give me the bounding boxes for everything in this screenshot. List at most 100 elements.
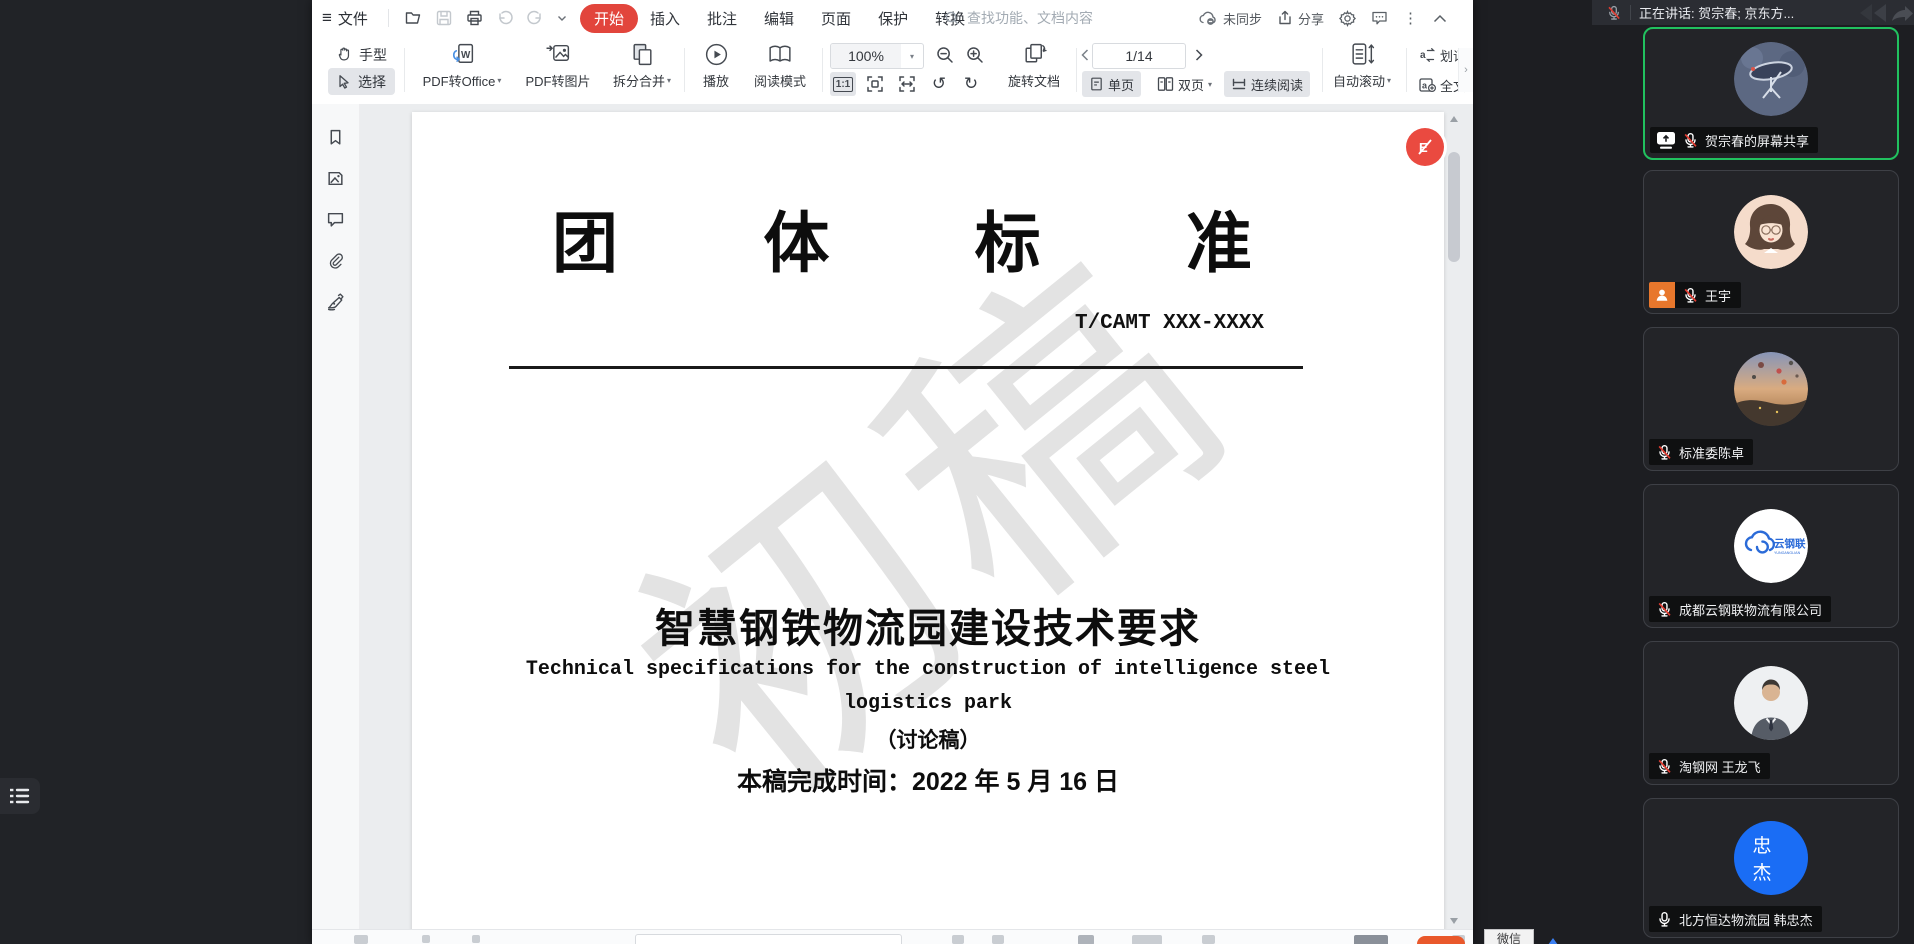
mic-muted-icon [1656,601,1673,618]
avatar-initials: 忠杰 [1753,831,1790,885]
tab-insert[interactable]: 插入 [650,8,680,29]
chat-bubble-icon[interactable] [1371,10,1388,26]
dropdown-caret: ▾ [497,76,501,85]
rotate-left-button[interactable]: ↺ [926,72,952,96]
dropdown-caret: ▾ [1387,76,1391,85]
scroll-down-arrow[interactable] [1450,918,1458,924]
participant-name-bar: 成都云钢联物流有限公司 [1649,596,1831,622]
telescope-avatar-image [1734,42,1808,116]
toc-float-button[interactable] [0,778,40,814]
attachment-icon[interactable] [326,251,345,270]
pdf-to-image-button[interactable]: PDF转图片 [514,41,602,90]
image-panel-icon[interactable] [326,169,345,188]
avatar [1734,195,1808,269]
actual-size-button[interactable]: 1:1 [830,72,856,96]
select-tool-label: 选择 [358,72,386,92]
window-controls-collapsed-icon[interactable] [1852,2,1914,24]
zoom-out-button[interactable] [932,43,958,67]
undo-icon[interactable] [496,9,514,27]
wps-pdf-window: ≡ 文件 开始 插入 批注 编辑 页面 保护 转换 [312,0,1473,944]
participant-tile[interactable]: 淘钢网 王龙飞 [1643,641,1899,785]
mic-muted-icon [1656,758,1673,775]
split-merge-button[interactable]: 拆分合并▾ [604,41,680,90]
scroll-up-arrow[interactable] [1450,116,1458,122]
participant-tile[interactable]: 忠杰 北方恒达物流园 韩忠杰 [1643,798,1899,938]
status-bar-fragment [472,935,480,943]
scrollbar-thumb[interactable] [1448,152,1460,262]
avatar [1734,352,1808,426]
participant-tile[interactable]: 王宇 [1643,170,1899,314]
search-icon [944,10,960,26]
comment-panel-icon[interactable] [326,210,345,229]
tab-comment[interactable]: 批注 [707,8,737,29]
participant-tile[interactable]: 贺宗春的屏幕共享 [1643,27,1899,160]
chevron-down-icon[interactable] [556,12,568,24]
cloud-unsynced-icon [1198,10,1218,26]
zoom-out-icon [935,45,955,65]
document-main-title: 智慧钢铁物流园建设技术要求 [412,596,1444,654]
screen: ≡ 文件 开始 插入 批注 编辑 页面 保护 转换 [0,0,1914,944]
page-indicator-input[interactable]: 1/14 [1092,43,1186,69]
continuous-read-button[interactable]: 连续阅读 [1224,71,1310,97]
pdf-to-office-label: PDF转Office [423,71,496,90]
play-label: 播放 [703,71,729,90]
single-page-button[interactable]: 单页 [1082,71,1141,97]
pdf-page: 初稿 团体标准 T/CAMT XXX-XXXX 智慧钢铁物流园建设技术要求 Te… [412,112,1444,930]
open-file-icon[interactable] [404,9,423,27]
share-button[interactable]: 分享 [1277,9,1324,28]
play-button[interactable]: 播放 [692,41,740,90]
tab-edit[interactable]: 编辑 [764,8,794,29]
home-tab-pill: 开始 [580,4,638,33]
tab-page[interactable]: 页面 [821,8,851,29]
fit-width-button[interactable] [894,72,920,96]
file-menu[interactable]: ≡ 文件 [322,0,368,36]
sync-status[interactable]: 未同步 [1198,9,1262,28]
taskbar-app-fragment [1417,936,1465,944]
rotate-document-button[interactable]: 旋转文档 [998,41,1070,90]
more-menu-icon[interactable]: ⋮ [1403,9,1418,27]
signature-pen-icon[interactable] [326,292,345,311]
participant-name: 成都云钢联物流有限公司 [1679,600,1822,619]
settings-gear-icon[interactable] [1339,10,1356,27]
fit-width-icon [897,74,917,94]
bookmark-icon[interactable] [326,128,345,147]
select-tool-button[interactable]: 选择 [328,68,395,95]
save-icon[interactable] [435,9,453,27]
file-menu-label: 文件 [338,8,368,29]
zoom-level-select[interactable]: 100% ▾ [830,43,924,69]
prev-page-button[interactable] [1078,43,1092,67]
wps-assistant-badge[interactable]: E [1406,128,1444,166]
participant-tile[interactable]: 云钢联 YUNGANGLIAN 成都云钢联物流有限公司 [1643,484,1899,628]
rotate-ccw-icon: ↺ [932,74,946,94]
cursor-artifact [1548,938,1558,944]
zoom-in-button[interactable] [962,43,988,67]
participant-tile[interactable]: 标准委陈卓 [1643,327,1899,471]
ribbon-expand-handle[interactable]: › [1458,48,1473,92]
pdf-to-image-label: PDF转图片 [525,71,590,90]
redo-icon[interactable] [526,9,544,27]
vertical-scrollbar[interactable] [1447,108,1461,930]
screen-share-icon [1657,132,1675,149]
next-page-button[interactable] [1192,43,1206,67]
fit-page-button[interactable] [862,72,888,96]
svg-text:a: a [1422,81,1428,91]
double-page-button[interactable]: 双页 ▾ [1150,71,1219,97]
rotate-right-button[interactable]: ↻ [958,72,984,96]
auto-scroll-button[interactable]: 自动滚动▾ [1324,41,1400,90]
standard-code: T/CAMT XXX-XXXX [1075,312,1264,335]
print-icon[interactable] [465,9,484,27]
collapse-ribbon-icon[interactable] [1433,14,1447,23]
businessman-avatar-image [1734,666,1808,740]
read-mode-button[interactable]: 阅读模式 [744,41,816,90]
search-box[interactable]: 查找功能、文档内容 [944,0,1093,36]
pdf-to-office-button[interactable]: W PDF转Office▾ [414,41,510,90]
document-viewport[interactable]: 初稿 团体标准 T/CAMT XXX-XXXX 智慧钢铁物流园建设技术要求 Te… [360,104,1473,930]
participant-name-bar: 标准委陈卓 [1649,439,1753,465]
tab-protect[interactable]: 保护 [878,8,908,29]
participant-name-bar: 王宇 [1649,282,1741,308]
tab-home[interactable]: 开始 [580,0,638,36]
continuous-read-label: 连续阅读 [1251,75,1303,94]
tabbar-divider [388,0,389,36]
avatar: 云钢联 YUNGANGLIAN [1734,509,1808,583]
hand-tool-button[interactable]: 手型 [328,41,395,68]
